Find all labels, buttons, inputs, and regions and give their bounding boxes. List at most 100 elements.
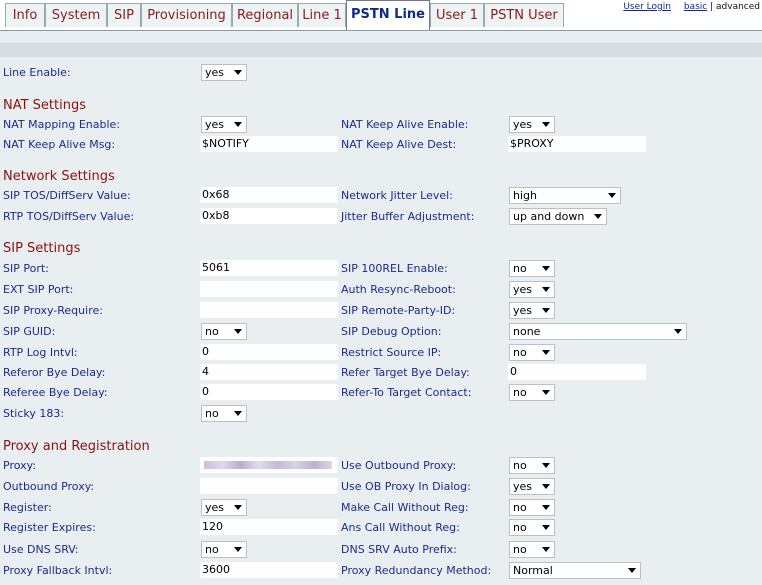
refer-target-bye-label: Refer Target Bye Delay: [341, 366, 470, 379]
sip-port-label: SIP Port: [3, 262, 49, 275]
dns-srv-prefix-label: DNS SRV Auto Prefix: [341, 543, 457, 556]
rtp-tos-input[interactable]: 0xb8 [200, 208, 338, 224]
nat-keepalive-msg-input[interactable]: $NOTIFY [200, 136, 338, 152]
tab-line-1[interactable]: Line 1 [298, 3, 346, 27]
chevron-down-icon [628, 568, 636, 573]
auth-resync-value: yes [513, 283, 533, 296]
dns-srv-prefix-select[interactable]: no [509, 541, 555, 558]
nat-section-title: NAT Settings [3, 98, 87, 113]
nat-keepalive-dest-label: NAT Keep Alive Dest: [341, 138, 457, 151]
sip-debug-label: SIP Debug Option: [341, 325, 442, 338]
sip-guid-select[interactable]: no [201, 323, 247, 340]
chevron-down-icon [234, 547, 242, 552]
tab-system[interactable]: System [45, 3, 107, 27]
jitter-adj-value: up and down [513, 210, 585, 223]
redundancy-value: Normal [513, 564, 553, 577]
register-select[interactable]: yes [201, 499, 247, 516]
jitter-level-select[interactable]: high [509, 187, 621, 204]
make-call-wo-reg-select[interactable]: no [509, 499, 555, 516]
dns-srv-value: no [205, 543, 219, 556]
refer-target-bye-input[interactable]: 0 [508, 364, 646, 380]
use-outbound-select[interactable]: no [509, 457, 555, 474]
chevron-down-icon [608, 193, 616, 198]
nat-mapping-label: NAT Mapping Enable: [3, 118, 120, 131]
proxy-require-label: SIP Proxy-Require: [3, 304, 103, 317]
remote-party-value: yes [513, 304, 533, 317]
user-login-link[interactable]: User Login [623, 2, 671, 12]
chevron-down-icon [542, 505, 550, 510]
register-expires-input[interactable]: 120 [200, 519, 338, 535]
tab-pstn-user[interactable]: PSTN User [484, 3, 564, 27]
sip-debug-value: none [513, 325, 541, 338]
fallback-label: Proxy Fallback Intvl: [3, 564, 113, 577]
redundancy-select[interactable]: Normal [509, 562, 641, 579]
sip-port-input[interactable]: 5061 [200, 260, 338, 276]
sip-debug-select[interactable]: none [509, 323, 687, 340]
proxy-require-input[interactable] [200, 302, 338, 318]
refer-to-target-value: no [513, 386, 527, 399]
dns-srv-prefix-value: no [513, 543, 527, 556]
register-value: yes [205, 501, 225, 514]
referee-bye-input[interactable]: 0 [200, 384, 338, 400]
tab-regional[interactable]: Regional [232, 3, 298, 27]
dns-srv-select[interactable]: no [201, 541, 247, 558]
settings-panel: Line Enable: yes NAT Settings NAT Mappin… [0, 30, 762, 585]
sip-section-title: SIP Settings [3, 241, 81, 256]
ext-sip-port-input[interactable] [200, 281, 338, 297]
rtp-tos-label: RTP TOS/DiffServ Value: [3, 210, 135, 223]
line-enable-select[interactable]: yes [201, 64, 247, 81]
referor-bye-input[interactable]: 4 [200, 364, 338, 380]
chevron-down-icon [234, 329, 242, 334]
register-expires-label: Register Expires: [3, 521, 96, 534]
basic-link[interactable]: basic [684, 2, 707, 12]
tab-sip[interactable]: SIP [107, 3, 141, 27]
refer-to-target-label: Refer-To Target Contact: [341, 386, 472, 399]
sip-guid-value: no [205, 325, 219, 338]
ans-call-wo-reg-label: Ans Call Without Reg: [341, 521, 460, 534]
use-outbound-value: no [513, 459, 527, 472]
referor-bye-label: Referor Bye Delay: [3, 366, 106, 379]
chevron-down-icon [542, 308, 550, 313]
nat-mapping-select[interactable]: yes [201, 116, 247, 133]
rel100-select[interactable]: no [509, 260, 555, 277]
jitter-level-label: Network Jitter Level: [341, 189, 453, 202]
chevron-down-icon [594, 214, 602, 219]
tab-pstn-line[interactable]: PSTN Line [346, 0, 430, 30]
rel100-label: SIP 100REL Enable: [341, 262, 448, 275]
redacted-value [204, 461, 332, 469]
line-enable-label: Line Enable: [3, 66, 71, 79]
use-ob-dialog-select[interactable]: yes [509, 478, 555, 495]
jitter-adj-select[interactable]: up and down [509, 208, 607, 225]
nat-keepalive-dest-input[interactable]: $PROXY [508, 136, 646, 152]
advanced-label: advanced [716, 2, 760, 12]
rtp-log-input[interactable]: 0 [200, 344, 338, 360]
chevron-down-icon [542, 390, 550, 395]
proxy-section-title: Proxy and Registration [3, 439, 150, 454]
sip-tos-input[interactable]: 0x68 [200, 187, 338, 203]
rel100-value: no [513, 262, 527, 275]
restrict-ip-select[interactable]: no [509, 344, 555, 361]
nat-keepalive-enable-label: NAT Keep Alive Enable: [341, 118, 469, 131]
use-outbound-label: Use Outbound Proxy: [341, 459, 457, 472]
chevron-down-icon [542, 525, 550, 530]
fallback-input[interactable]: 3600 [200, 562, 338, 578]
proxy-label: Proxy: [3, 459, 37, 472]
remote-party-select[interactable]: yes [509, 302, 555, 319]
outbound-proxy-input[interactable] [200, 478, 338, 494]
chevron-down-icon [542, 122, 550, 127]
sticky183-select[interactable]: no [201, 405, 247, 422]
ans-call-wo-reg-select[interactable]: no [509, 519, 555, 536]
refer-to-target-select[interactable]: no [509, 384, 555, 401]
proxy-input[interactable] [200, 457, 338, 473]
jitter-adj-label: Jitter Buffer Adjustment: [341, 210, 475, 223]
auth-resync-label: Auth Resync-Reboot: [341, 283, 456, 296]
auth-resync-select[interactable]: yes [509, 281, 555, 298]
sticky183-label: Sticky 183: [3, 407, 65, 420]
tab-provisioning[interactable]: Provisioning [141, 3, 232, 27]
tab-user-1[interactable]: User 1 [430, 3, 484, 27]
chevron-down-icon [674, 329, 682, 334]
chevron-down-icon [542, 266, 550, 271]
nat-keepalive-enable-select[interactable]: yes [509, 116, 555, 133]
tab-info[interactable]: Info [5, 3, 45, 27]
nat-keepalive-msg-label: NAT Keep Alive Msg: [3, 138, 116, 151]
